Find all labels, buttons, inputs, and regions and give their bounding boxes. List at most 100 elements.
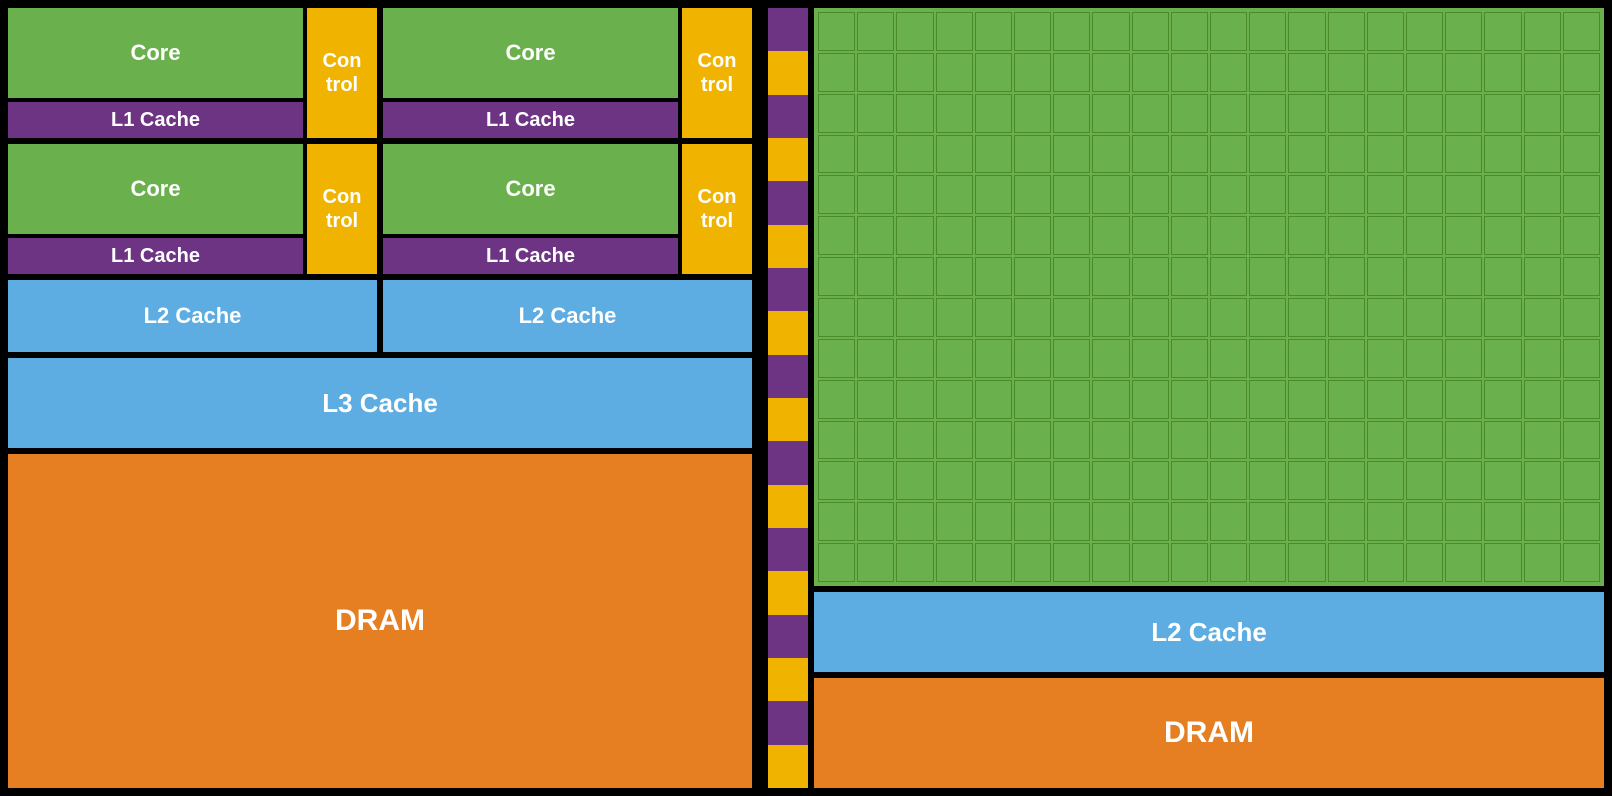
gpu-core-cell bbox=[818, 421, 855, 460]
gpu-core-cell bbox=[1445, 53, 1482, 92]
gpu-core-cell bbox=[1171, 53, 1208, 92]
gpu-core-cell bbox=[818, 216, 855, 255]
gpu-core-cell bbox=[975, 12, 1012, 51]
gpu-core-cell bbox=[1524, 380, 1561, 419]
gpu-core-cell bbox=[936, 216, 973, 255]
gpu-core-cell bbox=[896, 216, 933, 255]
stripe-segment bbox=[768, 8, 808, 51]
control-label-2-1: Con trol bbox=[323, 185, 362, 233]
gpu-core-cell bbox=[857, 175, 894, 214]
gpu-core-cell bbox=[1367, 380, 1404, 419]
gpu-core-cell bbox=[1445, 543, 1482, 582]
stripe-segment bbox=[768, 485, 808, 528]
l1-label-1-1: L1 Cache bbox=[111, 109, 200, 132]
gpu-core-cell bbox=[818, 135, 855, 174]
gpu-core-cell bbox=[1014, 298, 1051, 337]
gpu-core-cell bbox=[896, 135, 933, 174]
stripe-segment bbox=[768, 701, 808, 744]
l1-label-2-2: L1 Cache bbox=[486, 245, 575, 268]
gpu-core-cell bbox=[1249, 257, 1286, 296]
gpu-core-cell bbox=[1484, 339, 1521, 378]
gpu-core-cell bbox=[1288, 257, 1325, 296]
gpu-core-cell bbox=[1210, 53, 1247, 92]
gpu-core-cell bbox=[1014, 216, 1051, 255]
gpu-core-cell bbox=[1014, 421, 1051, 460]
gpu-core-cell bbox=[1406, 53, 1443, 92]
gpu-core-cell bbox=[818, 339, 855, 378]
gpu-core-cell bbox=[1563, 380, 1600, 419]
gpu-core-cell bbox=[896, 543, 933, 582]
gpu-core-cell bbox=[1406, 380, 1443, 419]
gpu-core-cell bbox=[1563, 421, 1600, 460]
gpu-core-cell bbox=[1367, 216, 1404, 255]
gpu-core-cell bbox=[857, 298, 894, 337]
gpu-core-cell bbox=[1288, 216, 1325, 255]
control-label-2-2: Con trol bbox=[698, 185, 737, 233]
gpu-core-cell bbox=[896, 502, 933, 541]
gpu-core-cell bbox=[1288, 339, 1325, 378]
l1-cache-2-1: L1 Cache bbox=[8, 238, 303, 274]
gpu-core-cell bbox=[1249, 461, 1286, 500]
gpu-core-cell bbox=[1328, 175, 1365, 214]
gpu-core-cell bbox=[1563, 257, 1600, 296]
gpu-core-cell bbox=[1249, 12, 1286, 51]
gpu-core-cell bbox=[1210, 461, 1247, 500]
gpu-core-cell bbox=[1132, 380, 1169, 419]
l1-label-1-2: L1 Cache bbox=[486, 109, 575, 132]
gpu-core-cell bbox=[1484, 421, 1521, 460]
control-box-2-2: Con trol bbox=[682, 144, 752, 274]
gpu-core-cell bbox=[1092, 94, 1129, 133]
gpu-core-cell bbox=[1288, 543, 1325, 582]
core-label-2-2: Core bbox=[505, 176, 555, 202]
gpu-core-cell bbox=[1484, 175, 1521, 214]
gpu-core-cell bbox=[1092, 53, 1129, 92]
gpu-core-cell bbox=[818, 175, 855, 214]
gpu-core-cell bbox=[936, 502, 973, 541]
gpu-core-cell bbox=[1014, 339, 1051, 378]
gpu-core-cell bbox=[1014, 12, 1051, 51]
stripe-segment bbox=[768, 51, 808, 94]
control-label-1-2: Con trol bbox=[698, 49, 737, 97]
gpu-core-cell bbox=[1563, 53, 1600, 92]
gpu-core-cell bbox=[1053, 421, 1090, 460]
gpu-core-cell bbox=[1288, 135, 1325, 174]
stripe-segment bbox=[768, 398, 808, 441]
gpu-core-cell bbox=[818, 380, 855, 419]
gpu-core-cell bbox=[1445, 257, 1482, 296]
gpu-core-cell bbox=[1210, 94, 1247, 133]
gpu-core-cell bbox=[1210, 380, 1247, 419]
gpu-core-cell bbox=[936, 461, 973, 500]
gpu-core-cell bbox=[1092, 135, 1129, 174]
gpu-core-cell bbox=[1484, 461, 1521, 500]
gpu-core-cell bbox=[1563, 461, 1600, 500]
gpu-core-cell bbox=[975, 298, 1012, 337]
gpu-core-cell bbox=[1053, 135, 1090, 174]
stripe-segment bbox=[768, 138, 808, 181]
gpu-core-cell bbox=[1288, 94, 1325, 133]
gpu-core-cell bbox=[1328, 380, 1365, 419]
core-label-2-1: Core bbox=[130, 176, 180, 202]
gpu-core-cell bbox=[896, 94, 933, 133]
gpu-core-cell bbox=[975, 53, 1012, 92]
gpu-core-cell bbox=[1563, 135, 1600, 174]
gpu-core-cell bbox=[1367, 175, 1404, 214]
stripe-segment bbox=[768, 571, 808, 614]
cpu-cell-2-2: Core L1 Cache Con trol bbox=[383, 144, 752, 274]
core-block-1-2: Core L1 Cache bbox=[383, 8, 678, 138]
gpu-core-cell bbox=[857, 461, 894, 500]
gpu-core-cell bbox=[1249, 175, 1286, 214]
gpu-core-cell bbox=[1210, 502, 1247, 541]
gpu-core-cell bbox=[1053, 298, 1090, 337]
control-box-1-2: Con trol bbox=[682, 8, 752, 138]
striped-bar bbox=[768, 8, 808, 788]
gpu-core-cell bbox=[1367, 135, 1404, 174]
gpu-core-cell bbox=[1132, 175, 1169, 214]
gpu-core-cell bbox=[1328, 298, 1365, 337]
gpu-core-cell bbox=[1132, 53, 1169, 92]
gpu-core-cell bbox=[1132, 543, 1169, 582]
gpu-core-cell bbox=[1132, 502, 1169, 541]
gpu-core-cell bbox=[1249, 216, 1286, 255]
gpu-core-cell bbox=[1132, 135, 1169, 174]
gpu-core-cell bbox=[1484, 94, 1521, 133]
gpu-core-cell bbox=[1563, 298, 1600, 337]
